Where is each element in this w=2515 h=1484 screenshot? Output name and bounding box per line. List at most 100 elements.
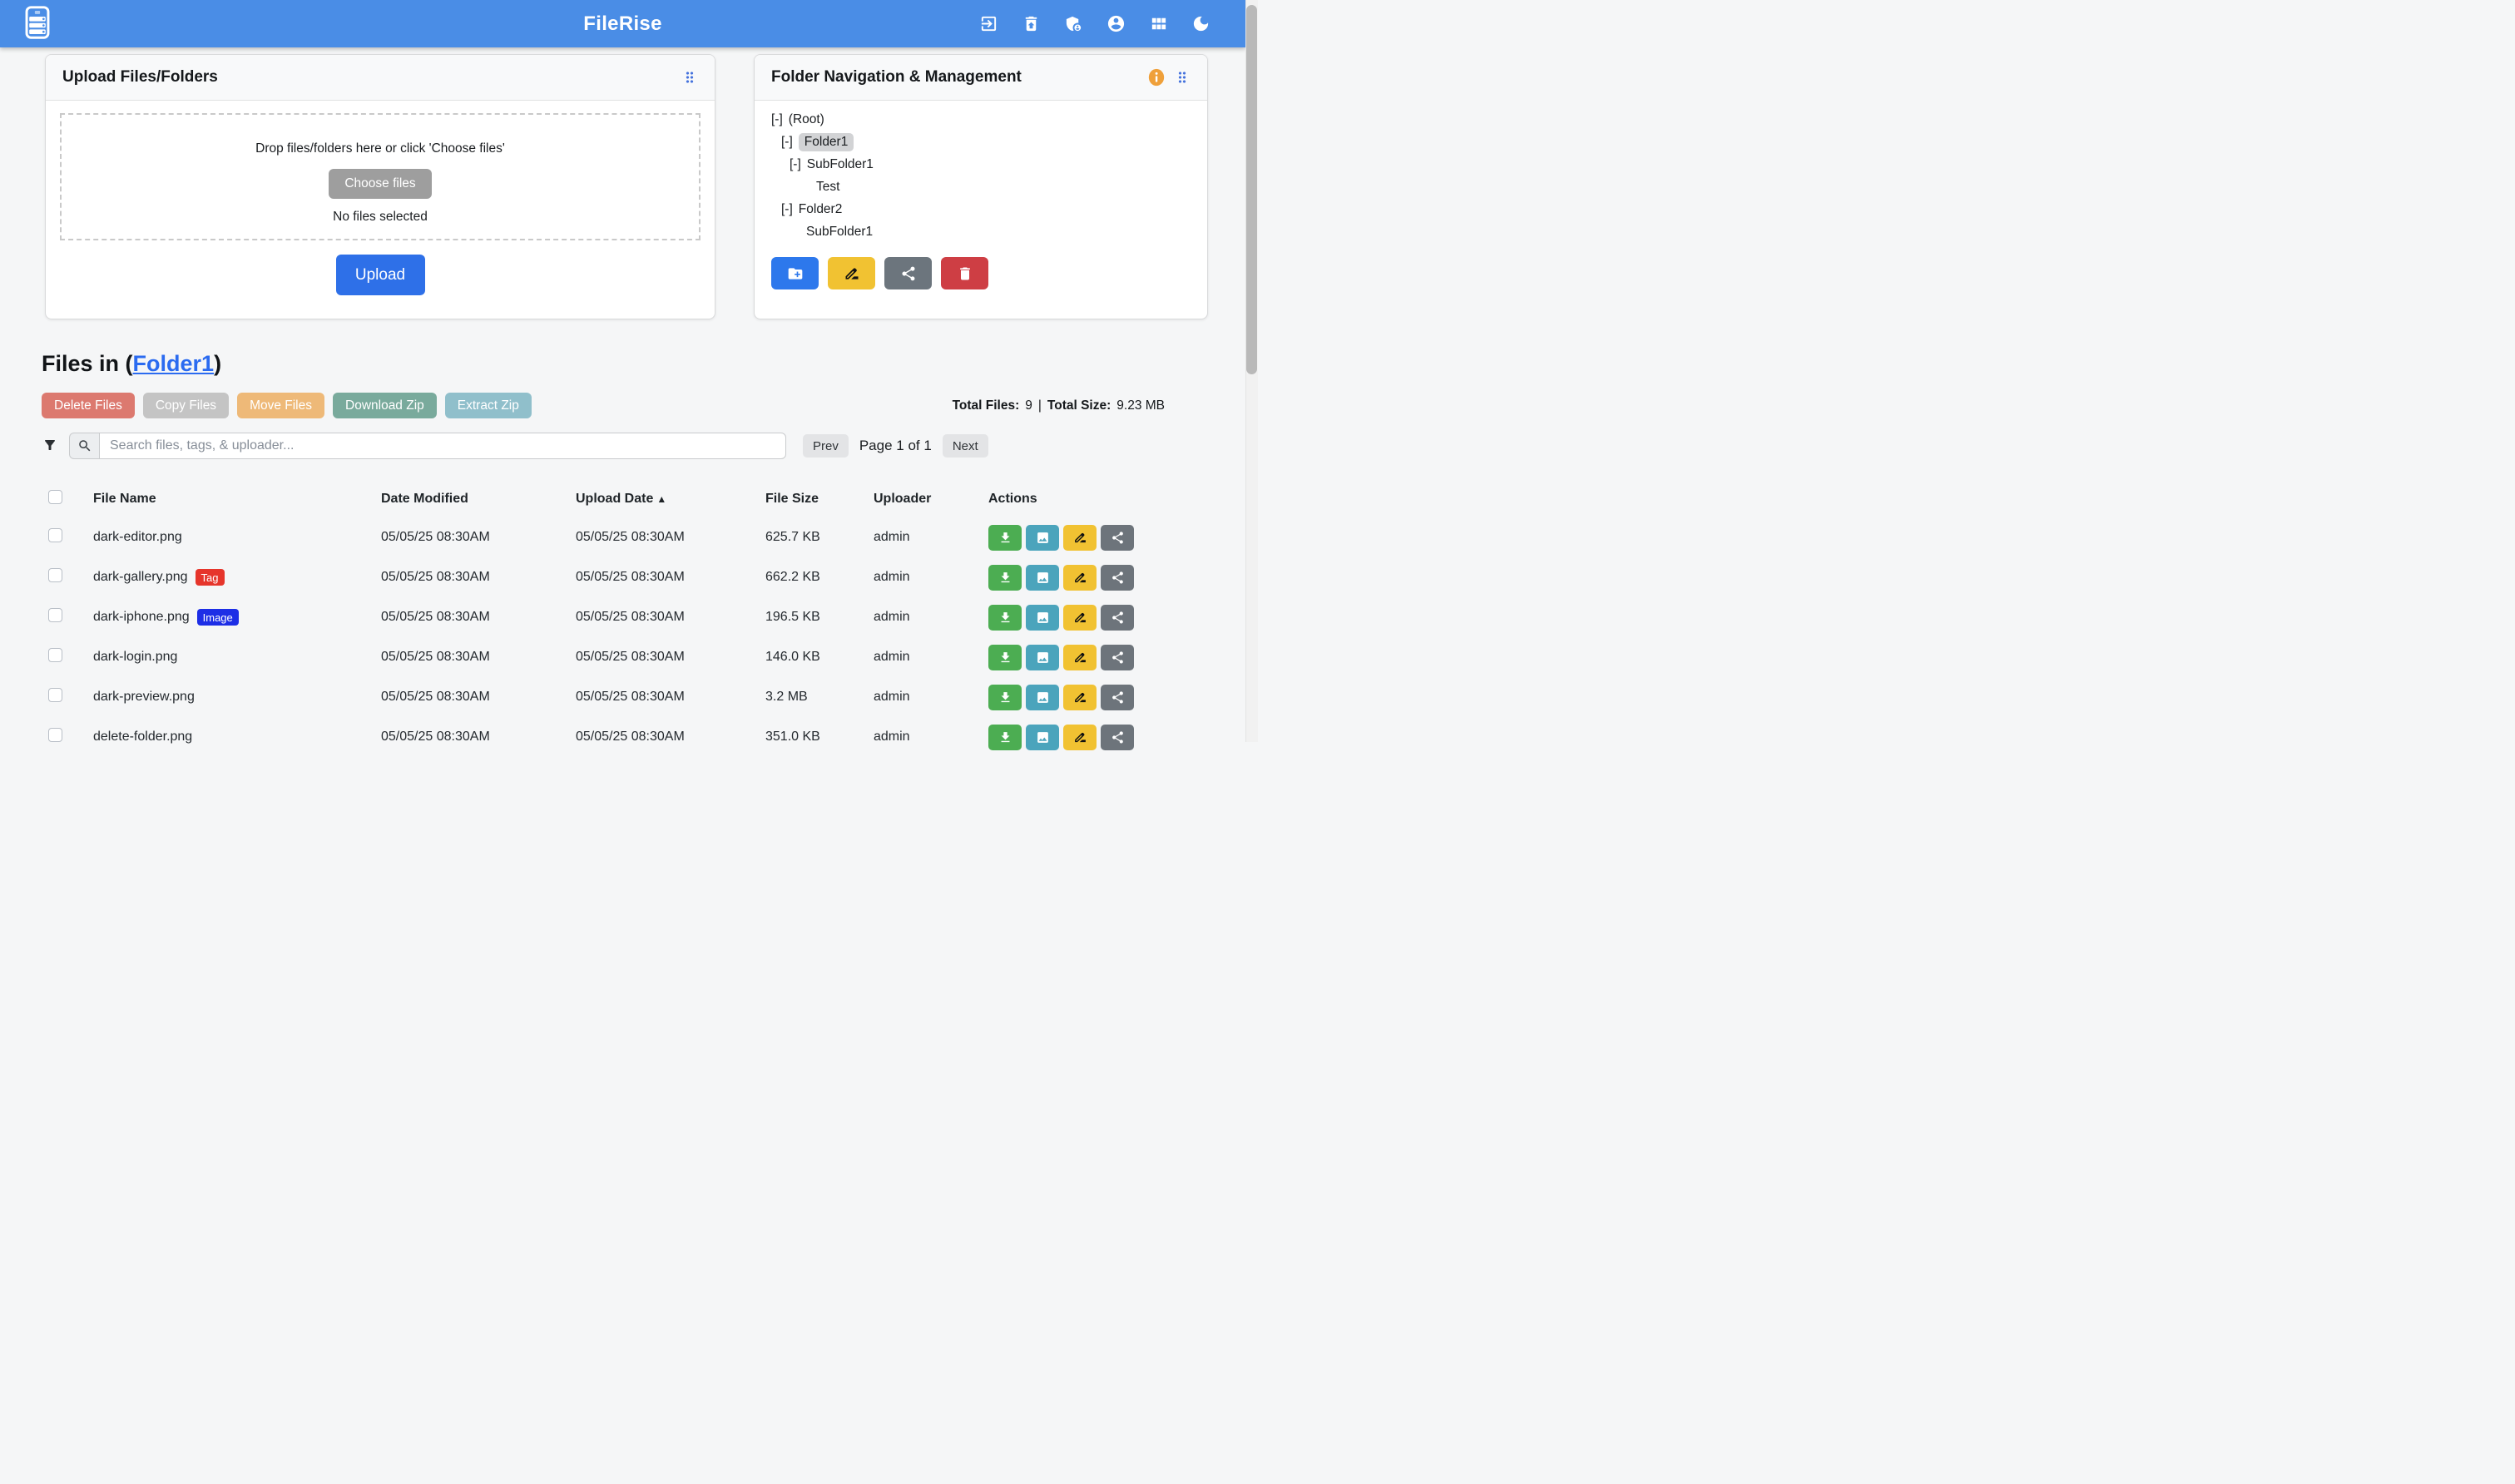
select-all-checkbox[interactable] [48,490,62,504]
rename-folder-button[interactable] [828,257,875,289]
copy-files-button[interactable]: Copy Files [143,393,229,418]
next-page-button[interactable]: Next [943,434,988,458]
preview-image-button[interactable] [1026,645,1059,670]
folder-card-body: [-] (Root) [-] Folder1 [-] SubFolder1 Test [-] F… [755,101,1207,289]
rename-file-button[interactable] [1063,525,1097,551]
tree-label[interactable]: Folder1 [799,133,854,151]
date-modified: 05/05/25 08:30AM [381,570,576,585]
download-file-button[interactable] [988,725,1022,750]
search-icon[interactable] [69,433,99,459]
exit-to-app-icon[interactable] [978,14,998,34]
download-file-button[interactable] [988,525,1022,551]
admin-panel-icon[interactable] [1063,14,1083,34]
topbar-actions [978,14,1210,34]
rename-file-button[interactable] [1063,565,1097,591]
move-files-button[interactable]: Move Files [237,393,324,418]
share-file-button[interactable] [1101,645,1134,670]
tree-item-folder2[interactable]: [-] Folder2 [771,198,1191,220]
tree-label[interactable]: SubFolder1 [807,157,874,172]
folder-tree: [-] (Root) [-] Folder1 [-] SubFolder1 Test [-] F… [771,108,1191,243]
restore-trash-icon[interactable] [1021,14,1041,34]
preview-image-button[interactable] [1026,605,1059,631]
rename-file-button[interactable] [1063,605,1097,631]
file-name[interactable]: dark-iphone.png [93,610,190,625]
filter-icon[interactable] [42,438,58,454]
tree-label[interactable]: SubFolder1 [806,225,873,240]
header-uploader[interactable]: Uploader [874,492,988,507]
share-file-button[interactable] [1101,525,1134,551]
download-file-button[interactable] [988,605,1022,631]
row-checkbox[interactable] [48,568,62,582]
search-input[interactable] [99,433,786,459]
preview-image-button[interactable] [1026,725,1059,750]
file-name[interactable]: dark-preview.png [93,690,195,705]
dark-mode-icon[interactable] [1191,14,1210,34]
file-name[interactable]: dark-gallery.png [93,570,188,585]
row-checkbox[interactable] [48,608,62,622]
tree-item-folder1[interactable]: [-] Folder1 [771,131,1191,153]
tree-label[interactable]: Folder2 [799,202,843,217]
header-upload-date[interactable]: Upload Date▲ [576,492,765,507]
file-dropzone[interactable]: Drop files/folders here or click 'Choose… [60,113,701,240]
tree-item-subfolder1[interactable]: SubFolder1 [771,220,1191,243]
tree-toggle[interactable]: [-] [781,135,793,150]
scrollbar-thumb[interactable] [1246,5,1257,374]
download-icon [998,531,1012,545]
row-checkbox[interactable] [48,688,62,702]
preview-image-button[interactable] [1026,685,1059,710]
choose-files-button[interactable]: Choose files [329,169,431,199]
tree-item-test[interactable]: Test [771,176,1191,198]
current-folder-link[interactable]: Folder1 [133,351,215,376]
create-folder-button[interactable] [771,257,819,289]
share-file-button[interactable] [1101,685,1134,710]
row-checkbox[interactable] [48,528,62,542]
image-icon [1036,730,1050,744]
header-file-size[interactable]: File Size [765,492,874,507]
row-checkbox[interactable] [48,648,62,662]
tree-item-root[interactable]: [-] (Root) [771,108,1191,131]
delete-folder-button[interactable] [941,257,988,289]
share-file-button[interactable] [1101,565,1134,591]
file-name[interactable]: delete-folder.png [93,730,192,744]
row-actions [988,685,1165,710]
tree-toggle[interactable]: [-] [771,112,783,127]
tree-item-subfolder1[interactable]: [-] SubFolder1 [771,153,1191,176]
tree-toggle[interactable]: [-] [781,202,793,217]
rename-icon [1073,690,1087,705]
download-file-button[interactable] [988,565,1022,591]
file-size: 625.7 KB [765,530,874,545]
download-file-button[interactable] [988,685,1022,710]
tree-label[interactable]: (Root) [789,112,824,127]
upload-button[interactable]: Upload [336,255,425,295]
file-table-header: File Name Date Modified Upload Date▲ Fil… [42,481,1165,517]
row-checkbox[interactable] [48,728,62,742]
file-name[interactable]: dark-editor.png [93,530,182,545]
table-row: dark-login.png 05/05/25 08:30AM 05/05/25… [42,637,1165,677]
file-name[interactable]: dark-login.png [93,650,177,665]
prev-page-button[interactable]: Prev [803,434,849,458]
extract-zip-button[interactable]: Extract Zip [445,393,532,418]
scrollbar-track[interactable] [1245,0,1258,742]
header-file-name[interactable]: File Name [93,492,381,507]
header-date-modified[interactable]: Date Modified [381,492,576,507]
share-folder-button[interactable] [884,257,932,289]
info-icon[interactable] [1147,67,1166,87]
rename-file-button[interactable] [1063,725,1097,750]
drag-handle-icon[interactable] [681,69,698,86]
tree-label[interactable]: Test [816,180,839,195]
sidebar-toggle-button[interactable] [18,4,57,44]
sort-ascending-icon: ▲ [656,493,666,505]
rename-file-button[interactable] [1063,685,1097,710]
drag-handle-icon[interactable] [1174,69,1191,86]
grid-view-icon[interactable] [1148,14,1168,34]
rename-file-button[interactable] [1063,645,1097,670]
download-zip-button[interactable]: Download Zip [333,393,437,418]
tree-toggle[interactable]: [-] [790,157,801,172]
share-file-button[interactable] [1101,605,1134,631]
delete-files-button[interactable]: Delete Files [42,393,135,418]
preview-image-button[interactable] [1026,525,1059,551]
preview-image-button[interactable] [1026,565,1059,591]
download-file-button[interactable] [988,645,1022,670]
account-circle-icon[interactable] [1106,14,1126,34]
share-file-button[interactable] [1101,725,1134,750]
